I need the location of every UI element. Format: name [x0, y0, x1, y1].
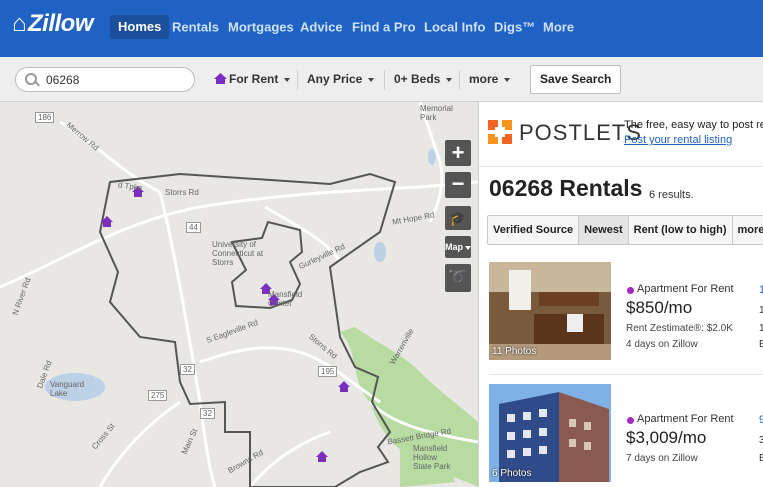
results-title: 06268 Rentals	[489, 175, 643, 201]
listing-photo[interactable]: 11 Photos	[489, 262, 611, 360]
zoom-out-button[interactable]: −	[445, 172, 471, 198]
map-label: University of Connecticut at Storrs	[212, 240, 264, 267]
listing-detail-cut: 9	[759, 414, 763, 426]
route-shield: 32	[200, 408, 215, 419]
listing-card[interactable]: 6 Photos Apartment For Rent $3,009/mo 7 …	[489, 384, 763, 487]
route-shield: 44	[186, 222, 201, 233]
listing-card[interactable]: 11 Photos Apartment For Rent $850/mo Ren…	[489, 262, 763, 367]
status-dot-icon	[627, 287, 634, 294]
search-input[interactable]	[15, 67, 195, 92]
zoom-in-button[interactable]: +	[445, 140, 471, 166]
listing-photo[interactable]: 6 Photos	[489, 384, 611, 482]
route-shield: 195	[318, 366, 338, 377]
route-shield: 186	[35, 112, 55, 123]
draw-boundary-button[interactable]: ➰	[445, 264, 471, 292]
postlets-banner: POSTLETS The free, easy way to post re P…	[479, 102, 763, 167]
chevron-down-icon	[446, 77, 453, 82]
photo-count: 6 Photos	[492, 468, 532, 479]
listing-detail-cut: B	[759, 339, 763, 350]
nav-mortgages[interactable]: Mortgages	[228, 20, 294, 35]
more-dropdown[interactable]: more	[463, 68, 516, 91]
nav-digs[interactable]: Digs™	[494, 20, 535, 35]
map-label: Vanguard Lake	[50, 380, 85, 398]
nav-rentals[interactable]: Rentals	[172, 20, 219, 35]
days-on-zillow: 7 days on Zillow	[626, 453, 698, 464]
save-search-button[interactable]: Save Search	[530, 65, 622, 94]
price-dropdown[interactable]: Any Price	[301, 68, 380, 91]
divider	[489, 374, 763, 375]
listing-detail-cut: 1	[759, 284, 763, 296]
route-shield: 32	[180, 364, 195, 375]
house-icon	[214, 73, 227, 84]
zillow-logo-icon: ⌂	[12, 10, 27, 37]
map-canvas	[0, 102, 478, 487]
schools-layer-button[interactable]: 🎓	[445, 206, 471, 230]
sort-more[interactable]: more	[733, 216, 763, 244]
nav-more[interactable]: More	[543, 20, 574, 35]
map-label: Memorial Park	[420, 104, 453, 122]
sort-verified-source[interactable]: Verified Source	[488, 216, 580, 244]
listing-price[interactable]: $850/mo	[626, 298, 692, 318]
pond-2	[428, 149, 436, 165]
results-count: 6 results.	[649, 189, 694, 201]
listing-type: Apartment For Rent	[637, 283, 734, 295]
photo-count: 11 Photos	[492, 346, 537, 357]
pin-6	[316, 451, 328, 462]
zillow-logo[interactable]: ⌂Zillow	[12, 10, 94, 38]
search-icon	[25, 73, 37, 85]
map-label: Storrs Rd	[165, 188, 199, 197]
sort-bar: Verified Source Newest Rent (low to high…	[487, 215, 763, 245]
graduation-cap-icon: 🎓	[449, 210, 467, 226]
search-bar: For Rent Any Price 0+ Beds more Save Sea…	[0, 57, 763, 102]
nav-find-a-pro[interactable]: Find a Pro	[352, 20, 416, 35]
listing-detail-cut: 1	[759, 305, 763, 316]
beds-dropdown[interactable]: 0+ Beds	[388, 68, 458, 91]
rent-zestimate: Rent Zestimate®: $2.0K	[626, 323, 733, 334]
days-on-zillow: 4 days on Zillow	[626, 339, 698, 350]
nav-local-info[interactable]: Local Info	[424, 20, 485, 35]
listing-detail-cut: B	[759, 453, 763, 464]
pin-5	[338, 381, 350, 392]
chevron-down-icon	[504, 77, 511, 82]
postlets-tagline: The free, easy way to post re	[624, 119, 763, 131]
results-panel: POSTLETS The free, easy way to post re P…	[478, 102, 763, 487]
listing-type: Apartment For Rent	[637, 413, 734, 425]
postlets-logo-icon	[488, 120, 512, 144]
chevron-down-icon	[368, 77, 375, 82]
listing-detail-cut: 1!	[759, 323, 763, 334]
nav-advice[interactable]: Advice	[300, 20, 343, 35]
minus-icon: −	[451, 171, 465, 196]
status-dot-icon	[627, 417, 634, 424]
chevron-down-icon	[465, 245, 471, 250]
sort-rent-low-high[interactable]: Rent (low to high)	[629, 216, 733, 244]
plus-icon: +	[451, 140, 465, 165]
for-rent-dropdown[interactable]: For Rent	[208, 68, 296, 91]
map-label: Mansfield Center	[268, 290, 303, 308]
sort-newest[interactable]: Newest	[579, 216, 629, 244]
map[interactable]: Memorial Park Merrow Rd d Tpke Storrs Rd…	[0, 102, 478, 487]
pond	[374, 242, 386, 262]
listing-price[interactable]: $3,009/mo	[626, 428, 706, 448]
chevron-down-icon	[284, 77, 291, 82]
map-label: Mansfield Hollow State Park	[413, 444, 451, 471]
map-type-button[interactable]: Map	[445, 236, 471, 258]
post-rental-link[interactable]: Post your rental listing	[624, 134, 732, 146]
listing-detail-cut: 3	[759, 435, 763, 446]
route-shield: 275	[148, 390, 168, 401]
lasso-icon: ➰	[448, 269, 468, 286]
nav-homes[interactable]: Homes	[110, 15, 170, 39]
top-nav: ⌂Zillow Homes Rentals Mortgages Advice F…	[0, 0, 763, 57]
